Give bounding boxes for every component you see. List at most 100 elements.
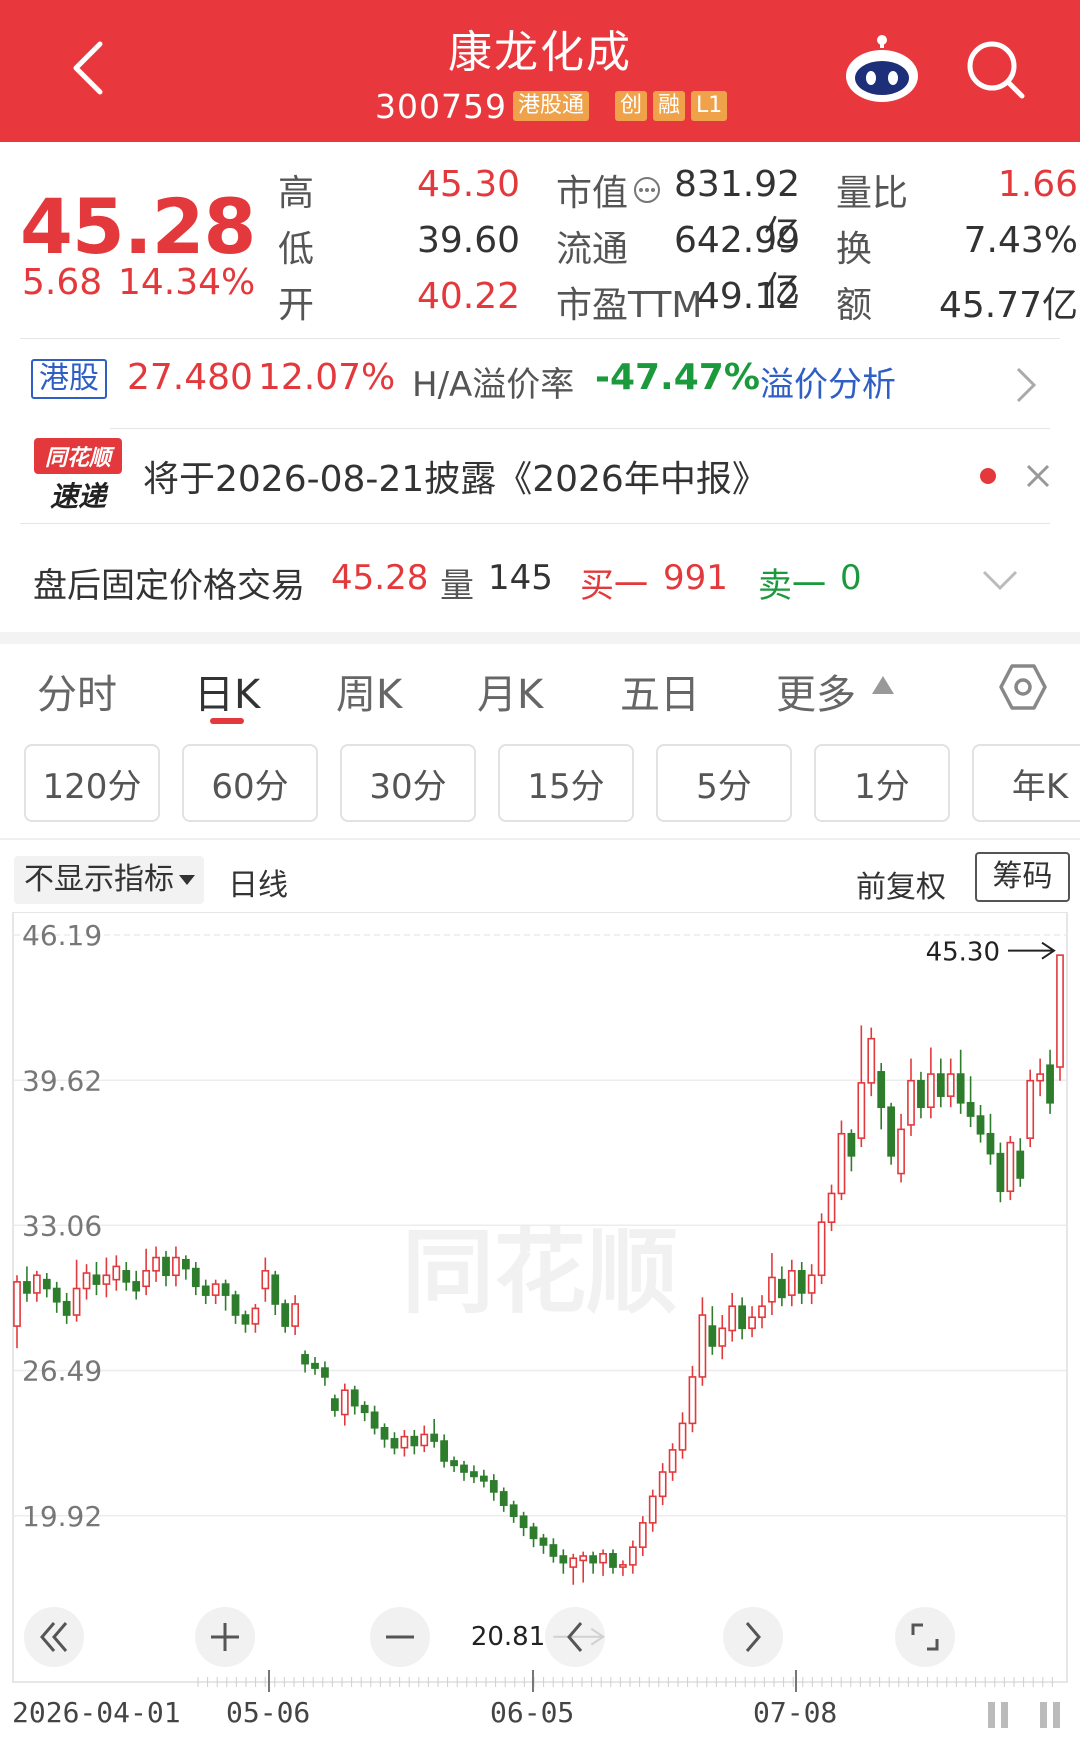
period-60min[interactable]: 60分 [182, 744, 318, 822]
candle-body [162, 1256, 170, 1277]
period-120min[interactable]: 120分 [24, 744, 160, 822]
scroll-left-button[interactable] [24, 1607, 84, 1667]
candle-body [718, 1327, 727, 1347]
divider [0, 838, 1080, 840]
candle-body [201, 1285, 210, 1296]
candle-body [231, 1294, 240, 1316]
candle-body [191, 1267, 200, 1288]
candle-body [330, 1398, 339, 1411]
after-hours-row[interactable]: 盘后固定价格交易 45.28 量 145 买一 991 卖一 0 [0, 530, 1080, 625]
candle-body [768, 1276, 776, 1303]
tab-monthly-k[interactable]: 月K [477, 662, 543, 720]
indicator-select[interactable]: 不显示指标 [14, 856, 204, 904]
ask1-label: 卖一 [758, 566, 826, 606]
candle-body [142, 1270, 151, 1288]
stat-value-pe: 49.12 [696, 276, 800, 317]
candle-body [628, 1546, 637, 1566]
candle-body [609, 1553, 617, 1568]
kline-chart[interactable]: 同花顺 46.19 39.62 33.06 26.49 19.92 45.30 20.81… [0, 912, 1080, 1759]
premium-analysis-link[interactable]: 溢价分析 [760, 357, 896, 406]
stat-label-volratio: 量比 [836, 173, 909, 214]
search-icon[interactable] [964, 38, 1028, 102]
chevron-down-icon[interactable] [980, 568, 1020, 592]
candle-body [926, 1073, 935, 1109]
candle-body [787, 1270, 796, 1296]
y-tick-label: 46.19 [22, 919, 102, 952]
candle-body [1016, 1150, 1025, 1179]
period-5min[interactable]: 5分 [656, 744, 792, 822]
candle-body [648, 1495, 657, 1524]
divider [20, 338, 1060, 339]
candle-body [688, 1376, 697, 1425]
candle-body [112, 1265, 121, 1281]
candle-body [241, 1314, 250, 1325]
y-tick-label: 19.92 [22, 1500, 102, 1533]
candle-body [956, 1073, 965, 1104]
tab-five-day[interactable]: 五日 [620, 662, 700, 720]
candle-body [837, 1132, 846, 1195]
zoom-out-button[interactable] [370, 1607, 430, 1667]
triangle-up-icon [872, 676, 894, 694]
candle-body [589, 1555, 598, 1564]
fullscreen-button[interactable] [895, 1607, 955, 1667]
candle-body [976, 1115, 985, 1135]
step-right-button[interactable] [723, 1607, 783, 1667]
candle-body [152, 1256, 160, 1272]
step-left-button[interactable] [545, 1607, 605, 1667]
candle-body [1046, 1064, 1054, 1104]
tab-intraday[interactable]: 分时 [37, 662, 117, 720]
candle-body [708, 1325, 717, 1347]
candle-body [291, 1303, 300, 1327]
after-hours-label: 盘后固定价格交易 [33, 566, 305, 606]
period-15min[interactable]: 15分 [498, 744, 634, 822]
candle-body [857, 1082, 866, 1139]
close-icon[interactable] [1024, 462, 1052, 490]
candle-body [92, 1274, 101, 1285]
stat-value-high: 45.30 [416, 164, 520, 205]
candle-body [390, 1438, 399, 1449]
period-30min[interactable]: 30分 [340, 744, 476, 822]
candle-body [72, 1287, 81, 1316]
candle-body [42, 1278, 51, 1290]
candle-body [917, 1079, 925, 1109]
candle-body [907, 1079, 915, 1126]
candle-body [728, 1305, 737, 1332]
after-hours-price: 45.28 [331, 558, 429, 598]
low-price-marker: 20.81 [471, 1622, 545, 1652]
candle-body [678, 1422, 687, 1451]
adjust-mode[interactable]: 前复权 [856, 862, 946, 906]
tag-margin: 融 [653, 91, 686, 121]
candle-body [410, 1435, 419, 1447]
candle-body [489, 1480, 498, 1493]
stat-value-volratio: 1.66 [997, 164, 1078, 205]
tab-more[interactable]: 更多 [776, 662, 856, 720]
candle-body [470, 1471, 478, 1478]
x-tick-label: 07-08 [753, 1696, 837, 1729]
candle-body [52, 1287, 61, 1303]
candle-body [251, 1307, 260, 1325]
tab-weekly-k[interactable]: 周K [336, 662, 402, 720]
stat-label-low: 低 [278, 229, 315, 270]
candle-body [261, 1270, 270, 1290]
robot-assistant-icon[interactable] [842, 34, 922, 104]
period-yearly-k[interactable]: 年K [972, 744, 1080, 822]
period-1min[interactable]: 1分 [814, 744, 950, 822]
hk-share-row[interactable]: 港股 27.480 12.07% H/A溢价率 -47.47% 溢价分析 [0, 345, 1080, 425]
chip-distribution-button[interactable]: 筹码 [975, 852, 1070, 902]
candle-body [668, 1449, 677, 1473]
settings-hexagon-icon[interactable] [998, 662, 1048, 712]
news-banner[interactable]: 同花顺 速递 将于2026-08-21披露《2026年中报》 [0, 428, 1080, 523]
news-text[interactable]: 将于2026-08-21披露《2026年中报》 [143, 450, 768, 502]
after-hours-vol-label: 量 [440, 566, 474, 606]
candle-body [301, 1354, 309, 1365]
zoom-in-button[interactable] [195, 1607, 255, 1667]
pause-icon[interactable] [988, 1702, 1008, 1728]
triangle-down-icon [179, 875, 195, 885]
tab-daily-k[interactable]: 日K [194, 662, 260, 720]
candle-body [479, 1475, 488, 1482]
bars-icon[interactable] [1040, 1702, 1060, 1728]
candle-body [519, 1515, 528, 1529]
chevron-right-icon[interactable] [1014, 365, 1038, 405]
stat-label-turnover: 换 [836, 229, 873, 270]
candle-body [579, 1555, 588, 1562]
